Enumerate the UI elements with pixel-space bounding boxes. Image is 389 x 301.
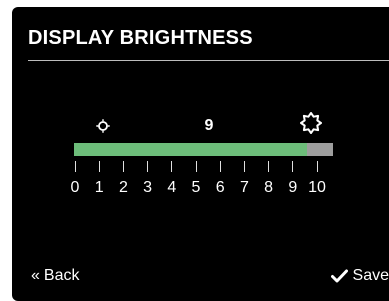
brightness-ticks [74,161,333,173]
tick-mark [195,161,197,172]
tick-mark [316,161,318,172]
brightness-value: 9 [204,117,214,134]
tick-mark [147,161,149,172]
tick-label: 6 [215,179,225,196]
tick-mark [74,161,76,172]
title-divider [28,60,389,61]
sun-small-icon [96,119,110,133]
display-brightness-screen: DISPLAY BRIGHTNESS 9 0 1 2 3 4 5 6 7 8 9 10 « Back… [12,7,389,301]
back-button[interactable]: « Back [31,267,79,285]
sun-large-icon [300,112,322,134]
brightness-tick-labels: 0 1 2 3 4 5 6 7 8 9 10 [71,179,333,199]
checkmark-icon [330,269,348,283]
back-label: Back [43,267,80,284]
tick-label: 2 [118,179,128,196]
tick-label: 1 [94,179,104,196]
tick-label: 5 [191,179,201,196]
tick-label: 7 [239,179,249,196]
tick-label: 8 [264,179,274,196]
tick-mark [243,161,245,172]
back-arrow-icon: « [31,267,40,284]
tick-mark [98,161,100,172]
tick-label: 10 [308,179,326,196]
tick-mark [292,161,294,172]
tick-mark [171,161,173,172]
page-title: DISPLAY BRIGHTNESS [28,27,253,49]
save-button[interactable]: Save [330,267,389,285]
tick-mark [122,161,124,172]
tick-label: 0 [70,179,80,196]
brightness-slider-fill [74,143,308,156]
tick-label: 9 [288,179,298,196]
tick-label: 4 [167,179,177,196]
brightness-slider[interactable] [74,143,333,156]
tick-label: 3 [143,179,153,196]
tick-mark [219,161,221,172]
save-label: Save [352,267,389,284]
tick-mark [268,161,270,172]
